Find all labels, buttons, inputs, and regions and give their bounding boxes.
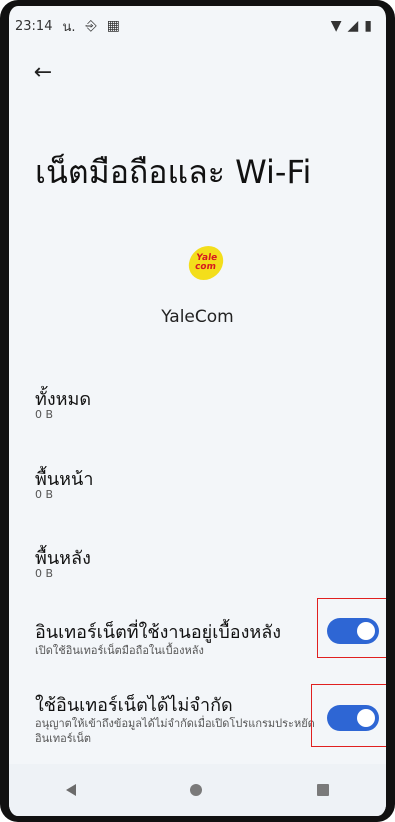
background-data-toggle[interactable] xyxy=(327,618,379,644)
nav-home-icon[interactable] xyxy=(190,784,203,796)
status-time: 23:14 xyxy=(15,18,53,34)
logo-text-line2: com xyxy=(194,262,217,272)
navigation-bar xyxy=(9,764,386,816)
usage-background-value: 0 B xyxy=(35,567,54,580)
image-icon: ▦ xyxy=(106,18,120,34)
setting-unrestricted-title[interactable]: ใช้อินเทอร์เน็ตได้ไม่จำกัด xyxy=(35,690,335,719)
setting-background-data-subtitle: เปิดใช้อินเทอร์เน็ตมือถือในเบื้องหลัง xyxy=(35,644,204,657)
status-extra: น. xyxy=(62,19,76,35)
wifi-icon: ▼ xyxy=(330,18,342,34)
status-left: 23:14 น. ⎆ ▦ xyxy=(15,16,120,37)
status-right: ▼ ◢ ▮ xyxy=(331,19,372,33)
nav-back-icon[interactable] xyxy=(66,784,77,796)
app-logo: Yale com xyxy=(186,246,226,280)
status-bar: 23:14 น. ⎆ ▦ ▼ ◢ ▮ xyxy=(9,6,386,46)
usage-total-value: 0 B xyxy=(35,408,54,421)
signal-icon: ◢ xyxy=(347,18,359,34)
page-title: เน็ตมือถือและ Wi-Fi xyxy=(35,153,312,191)
unrestricted-data-toggle[interactable] xyxy=(327,705,379,731)
back-arrow-icon: ← xyxy=(33,59,53,85)
setting-unrestricted-subtitle: อนุญาตให้เข้าถึงข้อมูลได้ไม่จำกัดเมื่อเป… xyxy=(35,717,315,746)
nav-overview-icon[interactable] xyxy=(316,784,329,796)
back-button[interactable]: ← xyxy=(27,56,59,88)
setting-background-data-title[interactable]: อินเทอร์เน็ตที่ใช้งานอยู่เบื้องหลัง xyxy=(35,617,335,646)
battery-icon: ▮ xyxy=(364,18,372,34)
usage-foreground-value: 0 B xyxy=(35,488,54,501)
app-name: YaleCom xyxy=(161,307,234,327)
phone-frame: 23:14 น. ⎆ ▦ ▼ ◢ ▮ ← เน็ตมือถือและ Wi-Fi… xyxy=(0,0,395,822)
toggle-knob xyxy=(357,709,375,727)
sim-icon: ⎆ xyxy=(85,18,97,34)
toggle-knob xyxy=(357,622,375,640)
